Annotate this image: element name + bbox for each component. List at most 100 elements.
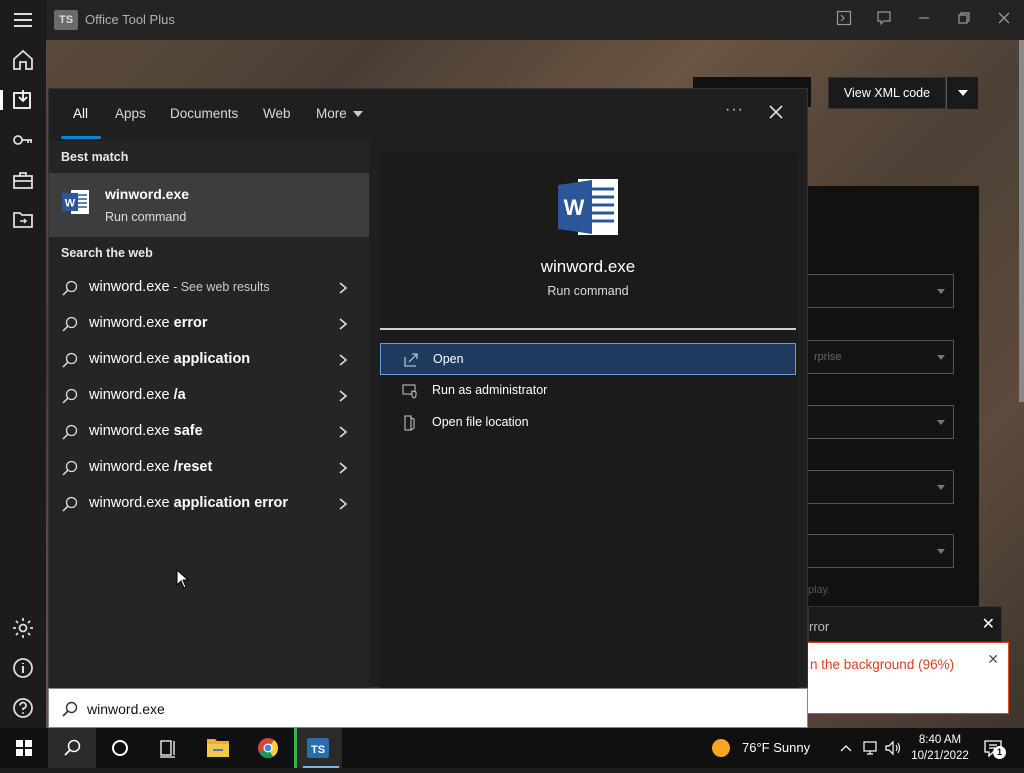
search-icon <box>61 315 79 333</box>
web-result-item[interactable]: winword.exe error <box>49 306 369 342</box>
chrome-button[interactable] <box>244 728 292 768</box>
error-card-title: rror <box>809 619 830 634</box>
close-icon <box>769 105 783 119</box>
tab-apps[interactable]: Apps <box>115 106 146 121</box>
tab-more[interactable]: More <box>316 106 363 121</box>
tab-more-label: More <box>316 106 347 121</box>
search-input[interactable] <box>87 697 787 721</box>
search-box[interactable] <box>48 688 808 728</box>
scrollbar-thumb[interactable] <box>1019 40 1024 402</box>
key-icon[interactable] <box>11 128 35 152</box>
chevron-down-icon <box>937 485 945 490</box>
divider <box>380 328 796 330</box>
start-button[interactable] <box>0 728 48 768</box>
web-result-item[interactable]: winword.exe /reset <box>49 450 369 486</box>
show-hidden-icons-icon[interactable] <box>838 740 854 756</box>
toolbox-icon[interactable] <box>11 168 35 192</box>
notification-count-badge: 1 <box>993 746 1006 759</box>
task-view-button[interactable] <box>144 728 192 768</box>
settings-gear-icon[interactable] <box>11 616 35 640</box>
combo-box[interactable] <box>808 534 954 568</box>
web-result-bold: application <box>173 351 251 367</box>
word-app-icon: W <box>61 187 91 222</box>
cortana-button[interactable] <box>96 728 144 768</box>
web-result-text: winword.exe application <box>89 351 250 367</box>
admin-shield-icon <box>402 383 418 399</box>
open-icon <box>403 352 419 368</box>
office-tool-plus-taskbar-button[interactable]: TS <box>294 728 342 768</box>
clock[interactable]: 8:40 AM 10/21/2022 <box>900 732 980 764</box>
web-result-item[interactable]: winword.exe application <box>49 342 369 378</box>
web-result-item[interactable]: winword.exe application error <box>49 486 369 522</box>
status-toast: n the background (96%) ✕ <box>808 642 1009 714</box>
taskbar-search-button[interactable] <box>48 728 96 768</box>
web-result-text: winword.exe /a <box>89 387 186 403</box>
windows-logo-icon <box>16 740 32 756</box>
taskbar: TS 76°F Sunny 8:40 AM 10/21/2022 1 <box>0 728 1024 768</box>
web-result-bold: safe <box>173 423 203 439</box>
best-match-item[interactable]: W winword.exe Run command <box>49 173 369 237</box>
tab-all[interactable]: All <box>73 106 88 121</box>
terminal-icon[interactable] <box>834 10 854 30</box>
web-result-text: winword.exe safe <box>89 423 203 439</box>
restore-icon[interactable] <box>954 10 974 30</box>
chevron-right-icon <box>337 353 349 367</box>
combo-box[interactable] <box>808 405 954 439</box>
info-icon[interactable] <box>11 656 35 680</box>
web-result-item[interactable]: winword.exe - See web results <box>49 270 369 306</box>
search-icon <box>61 387 79 405</box>
web-result-bold: /a <box>173 387 186 403</box>
help-icon[interactable] <box>11 696 35 720</box>
more-options-icon[interactable]: ··· <box>725 101 744 119</box>
home-icon[interactable] <box>11 48 35 72</box>
xml-dropdown-button[interactable] <box>946 77 978 109</box>
folder-icon <box>207 739 229 757</box>
web-result-prefix: winword.exe <box>89 315 174 331</box>
faint-label: play. <box>808 584 831 596</box>
close-icon[interactable]: ✕ <box>987 651 999 668</box>
combo-value: rprise <box>814 351 842 363</box>
web-result-text: winword.exe - See web results <box>89 279 270 295</box>
file-explorer-button[interactable] <box>194 728 242 768</box>
close-icon[interactable]: ✕ <box>982 614 995 634</box>
folder-convert-icon[interactable] <box>11 208 35 232</box>
search-icon <box>61 351 79 369</box>
svg-text:W: W <box>65 198 76 210</box>
action-open[interactable]: Open <box>380 343 796 375</box>
action-run-as-admin[interactable]: Run as administrator <box>380 375 796 407</box>
hamburger-menu-icon[interactable] <box>11 8 35 32</box>
web-result-bold: error <box>173 315 208 331</box>
chevron-right-icon <box>337 389 349 403</box>
web-result-item[interactable]: winword.exe safe <box>49 414 369 450</box>
view-xml-code-button[interactable]: View XML code <box>828 77 946 109</box>
minimize-icon[interactable] <box>914 10 934 30</box>
web-result-prefix: winword.exe <box>89 279 170 295</box>
search-icon <box>61 459 79 477</box>
search-icon <box>61 423 79 441</box>
caret-down-icon <box>958 90 968 96</box>
weather-text[interactable]: 76°F Sunny <box>742 740 810 755</box>
search-icon <box>61 279 79 297</box>
app-title: Office Tool Plus <box>85 12 175 27</box>
action-center-button[interactable]: 1 <box>982 738 1006 760</box>
combo-box[interactable] <box>808 274 954 308</box>
office-tool-plus-icon: TS <box>307 738 329 758</box>
chevron-down-icon <box>937 289 945 294</box>
feedback-icon[interactable] <box>874 10 894 30</box>
tab-web[interactable]: Web <box>263 106 291 121</box>
chevron-down-icon <box>937 420 945 425</box>
deploy-icon[interactable] <box>11 88 35 112</box>
combo-box[interactable]: rprise <box>808 340 954 374</box>
window-close-icon[interactable] <box>994 10 1014 30</box>
network-icon[interactable] <box>862 740 880 756</box>
tab-documents[interactable]: Documents <box>170 106 238 121</box>
close-search-button[interactable] <box>765 101 787 123</box>
web-result-prefix: winword.exe <box>89 387 174 403</box>
web-result-item[interactable]: winword.exe /a <box>49 378 369 414</box>
combo-box[interactable] <box>808 470 954 504</box>
active-tab-indicator <box>61 136 101 139</box>
action-open-file-location[interactable]: Open file location <box>380 407 796 439</box>
folder-location-icon <box>402 415 418 431</box>
web-result-text: winword.exe application error <box>89 495 288 511</box>
clock-time: 8:40 AM <box>918 734 962 746</box>
